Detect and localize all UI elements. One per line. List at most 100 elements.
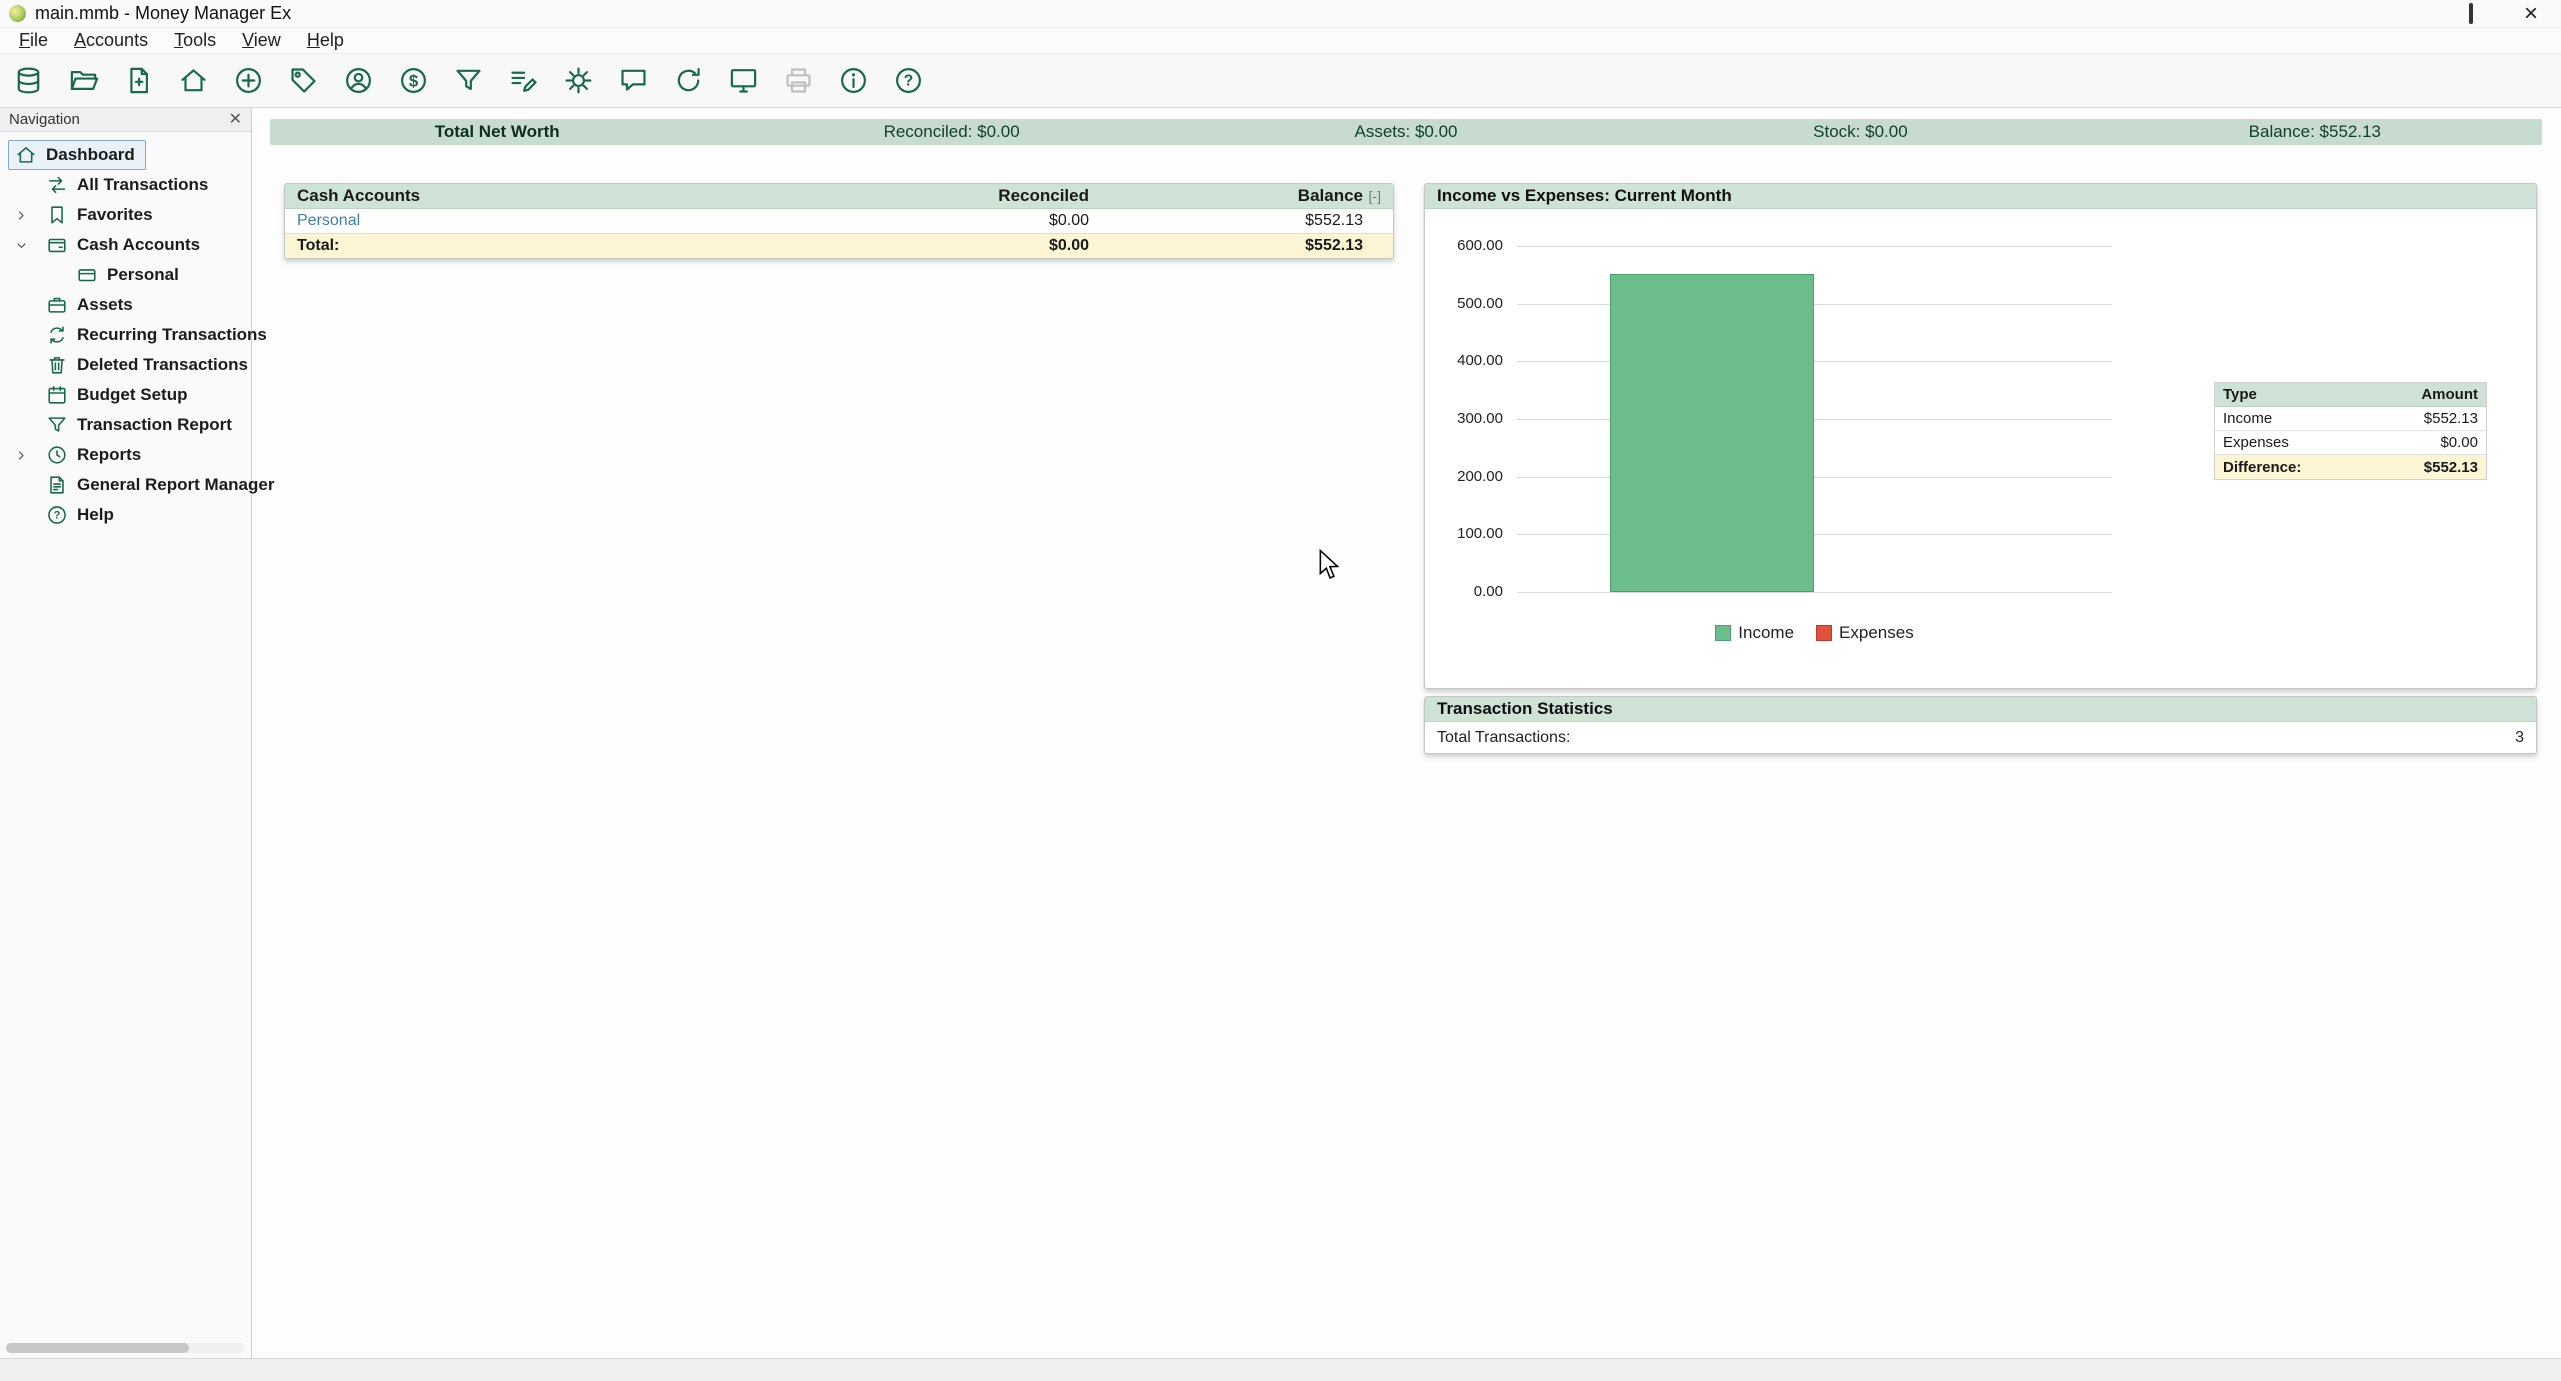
sidebar-item-recurring-transactions[interactable]: Recurring Transactions: [0, 320, 251, 350]
nav-item-label: General Report Manager: [77, 475, 274, 495]
window-title: main.mmb - Money Manager Ex: [35, 3, 291, 24]
close-button[interactable]: ×: [2501, 0, 2561, 27]
svg-text:$: $: [408, 71, 418, 90]
arrow-spacer: [14, 477, 46, 493]
summary-bar: Total Net WorthReconciled: $0.00Assets: …: [270, 119, 2542, 145]
new-account-button[interactable]: [118, 61, 158, 101]
account-list-button[interactable]: [173, 61, 213, 101]
chevron-right-icon[interactable]: [14, 447, 46, 463]
income-expenses-title: Income vs Expenses: Current Month: [1437, 186, 1732, 206]
payees-button[interactable]: [338, 61, 378, 101]
menu-file[interactable]: File: [6, 28, 61, 53]
legend-item-income: Income: [1715, 623, 1794, 643]
funnel-icon: [453, 65, 484, 96]
new-transaction-button[interactable]: [228, 61, 268, 101]
chevron-down-icon[interactable]: [14, 237, 46, 253]
nav-items: DashboardAll TransactionsFavoritesCash A…: [0, 132, 251, 530]
window-controls: ×: [2381, 0, 2561, 27]
nav-horizontal-scrollbar[interactable]: [6, 1343, 245, 1353]
arrow-spacer: [14, 327, 46, 343]
sidebar-item-assets[interactable]: Assets: [0, 290, 251, 320]
chart-ytick-label: 400.00: [1425, 352, 1503, 370]
transaction-list-button[interactable]: [503, 61, 543, 101]
nav-item-label: Transaction Report: [77, 415, 232, 435]
chart-ytick-label: 100.00: [1425, 525, 1503, 543]
transaction-statistics-header: Transaction Statistics: [1425, 697, 2536, 722]
menu-view[interactable]: View: [229, 28, 294, 53]
sidebar-item-personal[interactable]: Personal: [0, 260, 251, 290]
sidebar-item-all-transactions[interactable]: All Transactions: [0, 170, 251, 200]
home-icon: [178, 65, 209, 96]
total-balance: $552.13: [1089, 237, 1363, 255]
chart-gridline: [1517, 419, 2112, 420]
comment-icon: [618, 65, 649, 96]
arrow-spacer: [14, 357, 46, 373]
help-button[interactable]: ?: [888, 61, 928, 101]
cash-accounts-header: Cash Accounts Reconciled Balance [-]: [285, 184, 1393, 209]
collapse-link[interactable]: [-]: [1363, 188, 1381, 204]
transaction-filter-button[interactable]: [448, 61, 488, 101]
sidebar-item-transaction-report[interactable]: Transaction Report: [0, 410, 251, 440]
print-button: [778, 61, 818, 101]
about-button[interactable]: [833, 61, 873, 101]
menu-help[interactable]: Help: [294, 28, 357, 53]
minimize-button[interactable]: [2381, 0, 2441, 27]
options-button[interactable]: [558, 61, 598, 101]
menu-bar: FileAccountsToolsViewHelp: [0, 28, 2561, 54]
open-database-button[interactable]: [63, 61, 103, 101]
chart-gridline: [1517, 592, 2112, 593]
cash-accounts-title: Cash Accounts: [297, 186, 789, 206]
account-link-personal[interactable]: Personal: [297, 212, 789, 230]
chart-legend: Income Expenses: [1517, 623, 2112, 643]
side-table-row-income: Income$552.13: [2215, 407, 2486, 431]
chevron-right-icon[interactable]: [14, 207, 46, 223]
cash-account-row: Personal $0.00 $552.13: [285, 209, 1393, 233]
maximize-icon: [2469, 5, 2473, 23]
scrollbar-thumb[interactable]: [6, 1343, 189, 1353]
news-button[interactable]: [613, 61, 653, 101]
legend-label: Expenses: [1839, 623, 1914, 643]
nav-item-label: Help: [77, 505, 114, 525]
nav-item-label: Reports: [77, 445, 141, 465]
legend-swatch-icon: [1816, 625, 1832, 641]
arrow-spacer: [14, 297, 46, 313]
currencies-button[interactable]: $: [393, 61, 433, 101]
svg-text:?: ?: [54, 510, 61, 522]
legend-item-expenses: Expenses: [1816, 623, 1914, 643]
total-label: Total:: [297, 237, 789, 255]
close-icon[interactable]: ✕: [229, 112, 242, 128]
side-table-difference-row: Difference:$552.13: [2215, 455, 2486, 479]
chart-gridline: [1517, 477, 2112, 478]
navigation-panel: Navigation ✕ DashboardAll TransactionsFa…: [0, 108, 252, 1358]
side-table-row-expenses: Expenses$0.00: [2215, 431, 2486, 455]
menu-accounts[interactable]: Accounts: [61, 28, 161, 53]
stats-row: Total Transactions:3: [1425, 722, 2536, 753]
categories-button[interactable]: [283, 61, 323, 101]
menu-tools[interactable]: Tools: [161, 28, 229, 53]
svg-text:?: ?: [903, 73, 912, 90]
sidebar-item-cash-accounts[interactable]: Cash Accounts: [0, 230, 251, 260]
new-database-button[interactable]: [8, 61, 48, 101]
sidebar-item-dashboard[interactable]: Dashboard: [8, 140, 146, 170]
sidebar-item-general-report-manager[interactable]: General Report Manager: [0, 470, 251, 500]
title-bar: main.mmb - Money Manager Ex ×: [0, 0, 2561, 28]
legend-label: Income: [1738, 623, 1794, 643]
arrow-spacer: [14, 387, 46, 403]
general-report-manager-button[interactable]: [723, 61, 763, 101]
refresh-button[interactable]: [668, 61, 708, 101]
stats-label: Total Transactions:: [1437, 729, 1570, 747]
trash-icon: [46, 354, 68, 376]
sidebar-item-help[interactable]: ? Help: [0, 500, 251, 530]
printer-icon: [783, 65, 814, 96]
chart-ytick-label: 0.00: [1425, 583, 1503, 601]
help-circle-icon: ?: [893, 65, 924, 96]
side-table: TypeAmountIncome$552.13Expenses$0.00Diff…: [2214, 382, 2487, 480]
home-icon: [15, 144, 37, 166]
sidebar-item-reports[interactable]: Reports: [0, 440, 251, 470]
sidebar-item-budget-setup[interactable]: Budget Setup: [0, 380, 251, 410]
sidebar-item-favorites[interactable]: Favorites: [0, 200, 251, 230]
transaction-statistics-title: Transaction Statistics: [1437, 699, 1613, 719]
maximize-button[interactable]: [2441, 0, 2501, 27]
list-edit-icon: [508, 65, 539, 96]
sidebar-item-deleted-transactions[interactable]: Deleted Transactions: [0, 350, 251, 380]
